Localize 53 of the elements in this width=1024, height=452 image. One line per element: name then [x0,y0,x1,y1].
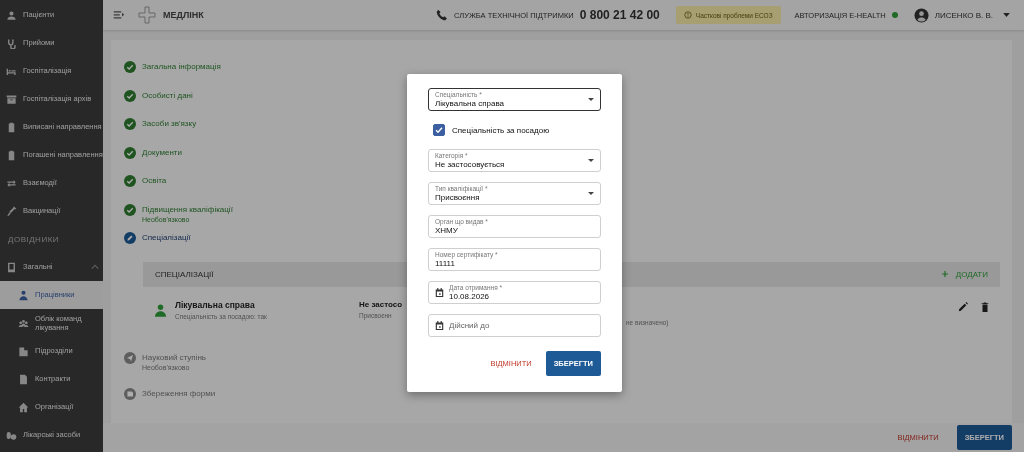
cross-logo-icon [137,5,157,25]
dropdown-icon [588,192,594,195]
field-value: 11111 [435,258,456,269]
field-placeholder: Дійсний до [449,321,491,330]
doctor-icon [18,289,29,301]
edit-icon[interactable] [958,301,968,312]
step-label[interactable]: Засоби зв'язку [142,117,197,130]
delete-icon[interactable] [980,301,990,312]
avatar-icon[interactable] [913,7,929,23]
step-label[interactable]: Документи [142,145,182,159]
step-label[interactable]: Особисті дані [142,88,193,102]
step-label[interactable]: Науковий ступінь [142,350,207,364]
step-label[interactable]: Підвищення кваліфікації [142,202,233,216]
caret-icon[interactable] [1003,13,1010,17]
person-icon [6,9,17,21]
brand-name: МЕДЛІНК [163,10,204,20]
field-value: ХНМУ [435,225,458,236]
dropdown-icon [588,98,594,101]
calendar-icon [435,321,444,330]
team-icon [18,317,29,329]
specialty-name: Лікувальна справа [175,299,256,310]
category-text: Не застосо [359,299,404,309]
step-label[interactable]: Збереження форми [142,386,216,400]
support-phone: 0 800 21 42 00 [579,8,660,22]
building-icon [18,345,29,357]
step-label[interactable]: Освіта [142,174,167,187]
date-field[interactable]: Дійсний до [428,314,601,337]
section-heading: ДОВІДНИКИ [7,233,61,246]
dropdown-icon [588,159,594,162]
phone-icon [436,9,449,21]
home-icon [18,401,29,413]
archive-icon [6,93,17,105]
info-icon [683,11,692,19]
calendar-icon [435,288,444,297]
plus-icon [941,271,948,277]
doctor-icon [155,303,166,317]
field-value: Присвоєння [435,192,480,203]
step-label[interactable]: Спеціалізації [142,231,191,244]
user-name[interactable]: ЛИСЕНКО В. В. [934,10,993,20]
field-value: Не застосовується [435,159,506,170]
document-icon [18,373,29,385]
tablet-icon [6,261,17,273]
step-label[interactable]: Загальна інформація [142,60,221,73]
field-value: Лікувальна справа [435,98,505,109]
syringe-icon [6,205,17,217]
field-value: 10.08.2026 [449,291,490,302]
checkbox-label: Спеціальність за посадою [452,125,550,135]
checkbox[interactable] [433,124,445,136]
menu-icon[interactable] [113,9,125,21]
pills-icon [6,429,17,441]
chevron-up-icon [91,263,99,271]
section-title: СПЕЦІАЛІЗАЦІЇ [155,269,214,279]
stethoscope-icon [6,37,17,49]
